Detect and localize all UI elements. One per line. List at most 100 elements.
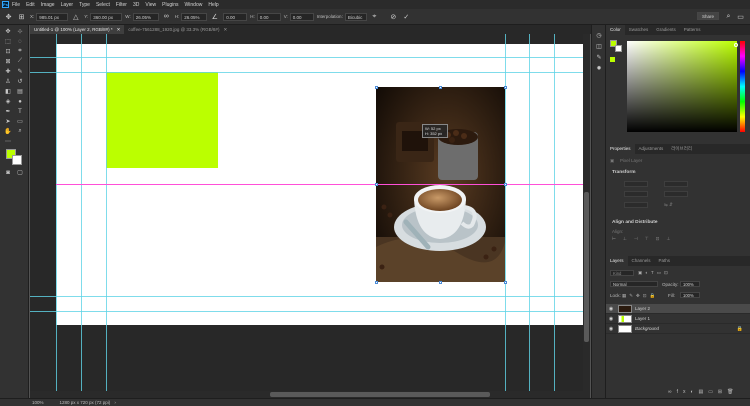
filter-icons[interactable]: ▣◐T▭⊡: [638, 270, 671, 276]
transform-handle[interactable]: [504, 281, 507, 284]
lasso-tool-icon[interactable]: ◌: [15, 37, 25, 46]
transform-handle[interactable]: [504, 183, 507, 186]
blend-mode-select[interactable]: Normal: [610, 281, 658, 287]
guide-line[interactable]: [30, 72, 583, 73]
transform-section-title[interactable]: Transform: [612, 170, 635, 175]
menu-type[interactable]: Type: [79, 2, 90, 8]
gradient-tool-icon[interactable]: ▤: [15, 87, 25, 96]
tab-paths[interactable]: Paths: [655, 256, 675, 266]
tab-untitled-1[interactable]: Untitled-1 @ 100% (Layer 2, RGB/8#) * ✕: [30, 25, 125, 34]
dodge-tool-icon[interactable]: ●: [15, 97, 25, 106]
brush-tool-icon[interactable]: ✎: [15, 67, 25, 76]
frame-tool-icon[interactable]: ⊠: [3, 57, 13, 66]
web-safe-swatch[interactable]: [610, 57, 615, 62]
pen-tool-icon[interactable]: ✒: [3, 107, 13, 116]
horizontal-scrollbar[interactable]: [30, 391, 590, 398]
color-picker-field[interactable]: [627, 41, 737, 132]
guide-line[interactable]: [30, 296, 583, 297]
layer-action-icons[interactable]: ∞fx◐▤▭⊞🗑: [668, 389, 738, 395]
screen-mode-icon[interactable]: ▢: [15, 168, 25, 177]
flip-icons[interactable]: ⇋ ⇵: [664, 202, 673, 208]
transform-y-field[interactable]: [664, 191, 688, 197]
menu-3d[interactable]: 3D: [133, 2, 139, 8]
blur-tool-icon[interactable]: ◈: [3, 97, 13, 106]
scroll-thumb[interactable]: [270, 392, 490, 397]
y-position-field[interactable]: 360.00 px: [90, 12, 123, 21]
share-button[interactable]: Share: [697, 12, 719, 20]
layer-row-background[interactable]: ◉ Background 🔒: [606, 324, 750, 334]
width-field[interactable]: 26.05%: [132, 12, 159, 21]
layer-filter-select[interactable]: Kind: [610, 270, 634, 276]
menu-edit[interactable]: Edit: [26, 2, 35, 8]
x-position-field[interactable]: 985.01 px: [36, 12, 69, 21]
eyedropper-tool-icon[interactable]: ⟋: [15, 57, 25, 66]
vertical-scrollbar[interactable]: [583, 34, 590, 398]
layer-row-layer-2[interactable]: ◉ Layer 2: [606, 304, 750, 314]
transform-handle[interactable]: [375, 183, 378, 186]
tab-coffee-image[interactable]: coffee-7561288_1920.jpg @ 33.3% (RGB/8#)…: [124, 25, 231, 34]
learn-panel-icon[interactable]: ✹: [594, 64, 604, 73]
crop-tool-icon[interactable]: ⌗: [15, 47, 25, 56]
transform-handle[interactable]: [375, 86, 378, 89]
clone-stamp-tool-icon[interactable]: ♙: [3, 77, 13, 86]
tab-color[interactable]: Color: [606, 25, 625, 35]
fill-field[interactable]: 100%: [680, 292, 700, 298]
lock-icons[interactable]: ▦✎✥⊡🔒: [622, 293, 658, 299]
guide-line[interactable]: [81, 34, 82, 391]
menu-help[interactable]: Help: [208, 2, 218, 8]
history-brush-tool-icon[interactable]: ↺: [15, 77, 25, 86]
layer-1-green-rectangle[interactable]: [106, 72, 218, 168]
menu-layer[interactable]: Layer: [61, 2, 74, 8]
transform-handle[interactable]: [375, 281, 378, 284]
eye-icon[interactable]: ◉: [606, 326, 616, 332]
more-tools-icon[interactable]: ⋯: [3, 137, 13, 146]
tab-adjustments[interactable]: Adjustments: [635, 144, 668, 154]
menu-select[interactable]: Select: [96, 2, 110, 8]
tab-libraries[interactable]: 라이브러리: [667, 144, 696, 154]
tab-properties[interactable]: Properties: [606, 144, 635, 154]
menu-file[interactable]: File: [12, 2, 20, 8]
opacity-field[interactable]: 100%: [680, 281, 700, 287]
link-icon[interactable]: ∞: [162, 12, 171, 21]
chevron-right-icon[interactable]: ›: [114, 400, 116, 405]
libraries-panel-icon[interactable]: ◫: [594, 42, 604, 51]
workspace-icon[interactable]: ▭: [736, 12, 745, 21]
guide-line[interactable]: [554, 34, 555, 391]
menu-view[interactable]: View: [145, 2, 156, 8]
transform-w-field[interactable]: [624, 181, 648, 187]
rotate-field[interactable]: 0.00: [223, 12, 248, 21]
transform-handle[interactable]: [439, 86, 442, 89]
type-tool-icon[interactable]: T: [15, 107, 25, 116]
commit-transform-icon[interactable]: ✓: [402, 12, 411, 21]
lock-icon[interactable]: 🔒: [737, 326, 743, 332]
move-tool-icon[interactable]: ✥: [4, 12, 13, 21]
rectangle-tool-icon[interactable]: ▭: [15, 117, 25, 126]
path-select-tool-icon[interactable]: ➤: [3, 117, 13, 126]
interpolation-select[interactable]: Bicubic: [344, 12, 367, 21]
brush-panel-icon[interactable]: ✎: [594, 53, 604, 62]
transform-x-field[interactable]: [624, 191, 648, 197]
menu-image[interactable]: Image: [41, 2, 55, 8]
tab-layers[interactable]: Layers: [606, 256, 628, 266]
background-color-swatch[interactable]: [12, 155, 22, 165]
move-tool-icon[interactable]: ✥: [3, 27, 13, 36]
warp-icon[interactable]: ⌖: [370, 12, 379, 21]
transform-handle[interactable]: [439, 281, 442, 284]
align-section-title[interactable]: Align and Distribute: [612, 220, 658, 225]
layer-row-layer-1[interactable]: ◉ Layer 1: [606, 314, 750, 324]
tab-channels[interactable]: Channels: [628, 256, 655, 266]
menu-window[interactable]: Window: [185, 2, 203, 8]
cancel-transform-icon[interactable]: ⊘: [389, 12, 398, 21]
transform-h-field[interactable]: [664, 181, 688, 187]
eraser-tool-icon[interactable]: ◧: [3, 87, 13, 96]
layer-name[interactable]: Layer 1: [635, 316, 650, 321]
reference-point-icon[interactable]: ⊞: [17, 12, 26, 21]
guide-line[interactable]: [30, 311, 583, 312]
close-icon[interactable]: ✕: [223, 25, 227, 34]
scroll-thumb[interactable]: [584, 192, 589, 342]
menu-filter[interactable]: Filter: [116, 2, 127, 8]
layer-name[interactable]: Layer 2: [635, 306, 650, 311]
hand-tool-icon[interactable]: ✋: [3, 127, 13, 136]
zoom-level[interactable]: 100%: [32, 400, 44, 405]
hue-slider[interactable]: [740, 41, 745, 132]
